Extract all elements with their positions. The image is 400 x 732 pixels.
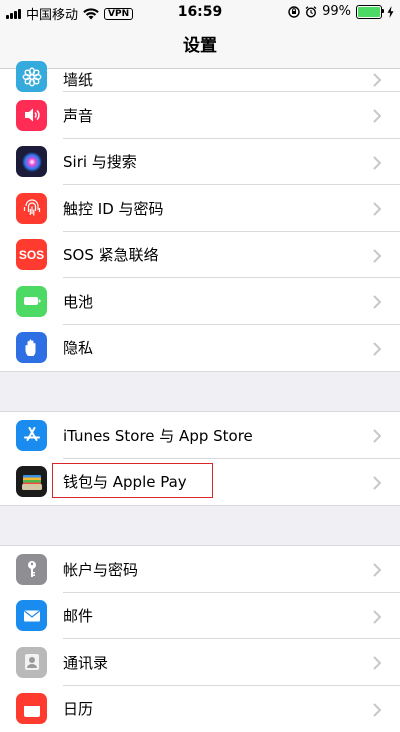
app-store-icon — [16, 420, 47, 451]
settings-row-label: 墙纸 — [63, 69, 93, 90]
settings-row-key[interactable]: 帐户与密码 — [0, 546, 400, 593]
settings-row-flower[interactable]: 墙纸 — [0, 69, 400, 92]
settings-row-label: 声音 — [63, 105, 93, 126]
chevron-right-icon — [370, 702, 384, 716]
settings-group: 帐户与密码邮件通讯录日历 — [0, 546, 400, 732]
status-right: 99% — [288, 4, 394, 19]
chevron-right-icon — [370, 72, 384, 86]
chevron-right-icon — [370, 248, 384, 262]
settings-row-app-store[interactable]: iTunes Store 与 App Store — [0, 412, 400, 459]
fingerprint-icon — [16, 193, 47, 224]
settings-row-calendar[interactable]: 日历 — [0, 686, 400, 732]
settings-row-speaker[interactable]: 声音 — [0, 92, 400, 139]
settings-row-label: 邮件 — [63, 605, 93, 626]
sos-icon-text: SOS — [19, 248, 44, 262]
flower-icon — [16, 61, 47, 92]
settings-row-label: 通讯录 — [63, 652, 108, 673]
settings-group: iTunes Store 与 App Store 钱包与 Apple Pay — [0, 412, 400, 505]
siri-icon — [16, 146, 47, 177]
calendar-icon — [16, 693, 47, 724]
section-gap — [0, 505, 400, 546]
settings-row-label: iTunes Store 与 App Store — [63, 425, 253, 446]
contacts-icon — [16, 647, 47, 678]
speaker-icon — [16, 100, 47, 131]
nav-bar: 设置 — [0, 24, 400, 69]
battery-percent: 99% — [322, 4, 351, 19]
chevron-right-icon — [370, 562, 384, 576]
settings-row-label: 日历 — [63, 698, 93, 719]
settings-group: 墙纸声音 Siri 与搜索触控 ID 与密码 SOS SOS 紧急联络电池隐私 — [0, 69, 400, 371]
settings-row-wallet[interactable]: 钱包与 Apple Pay — [0, 459, 400, 506]
page-title: 设置 — [183, 36, 217, 56]
battery-icon — [356, 5, 382, 19]
settings-row-contacts[interactable]: 通讯录 — [0, 639, 400, 686]
status-bar: 中国移动 VPN 16:59 99% — [0, 0, 400, 24]
settings-row-label: Siri 与搜索 — [63, 151, 137, 172]
hand-icon — [16, 332, 47, 363]
chevron-right-icon — [370, 655, 384, 669]
chevron-right-icon — [370, 294, 384, 308]
chevron-right-icon — [370, 201, 384, 215]
mail-icon — [16, 600, 47, 631]
section-gap — [0, 371, 400, 412]
settings-row-fingerprint[interactable]: 触控 ID 与密码 — [0, 185, 400, 232]
chevron-right-icon — [370, 428, 384, 442]
settings-row-sos[interactable]: SOS SOS 紧急联络 — [0, 232, 400, 279]
settings-row-label: 帐户与密码 — [63, 559, 138, 580]
key-icon — [16, 554, 47, 585]
settings-row-label: 触控 ID 与密码 — [63, 198, 164, 219]
alarm-icon — [305, 6, 317, 18]
battery-icon — [16, 286, 47, 317]
chevron-right-icon — [370, 155, 384, 169]
settings-row-battery[interactable]: 电池 — [0, 278, 400, 325]
charging-icon — [387, 6, 394, 18]
settings-row-label: 电池 — [63, 291, 93, 312]
settings-row-mail[interactable]: 邮件 — [0, 593, 400, 640]
settings-row-label: 隐私 — [63, 337, 93, 358]
settings-row-hand[interactable]: 隐私 — [0, 325, 400, 372]
sos-icon: SOS — [16, 239, 47, 270]
highlight-box — [52, 463, 213, 498]
settings-row-siri[interactable]: Siri 与搜索 — [0, 139, 400, 186]
chevron-right-icon — [370, 475, 384, 489]
settings-list: 墙纸声音 Siri 与搜索触控 ID 与密码 SOS SOS 紧急联络电池隐私 iTun… — [0, 69, 400, 732]
rotation-lock-icon — [288, 6, 300, 18]
chevron-right-icon — [370, 341, 384, 355]
wallet-icon — [16, 466, 47, 497]
chevron-right-icon — [370, 609, 384, 623]
settings-row-label: SOS 紧急联络 — [63, 244, 159, 265]
chevron-right-icon — [370, 108, 384, 122]
